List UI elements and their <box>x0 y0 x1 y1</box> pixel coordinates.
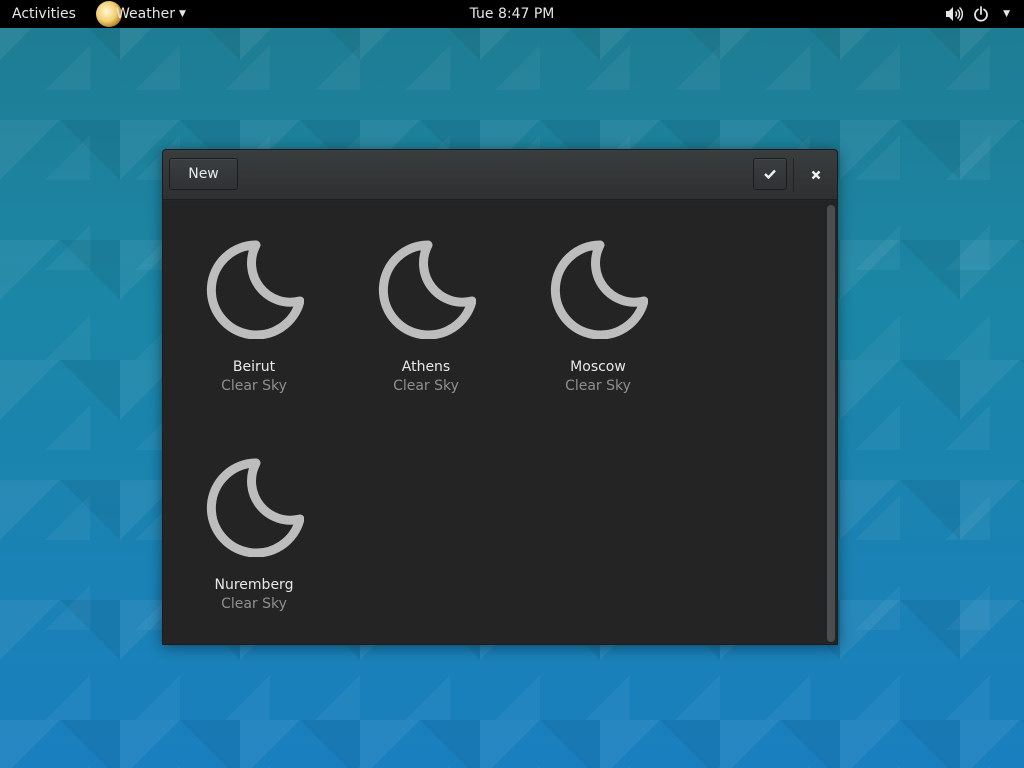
weather-condition: Clear Sky <box>565 378 631 394</box>
weather-condition: Clear Sky <box>393 378 459 394</box>
clock[interactable]: Tue 8:47 PM <box>0 6 1024 22</box>
close-button[interactable] <box>799 158 833 192</box>
header-separator <box>793 158 794 192</box>
city-name: Moscow <box>570 359 626 375</box>
location-tile[interactable]: Nuremberg Clear Sky <box>168 457 340 612</box>
close-icon <box>811 170 821 180</box>
moon-icon <box>378 240 476 339</box>
moon-icon <box>550 240 648 339</box>
volume-icon[interactable] <box>945 6 964 22</box>
new-button[interactable]: New <box>169 158 238 190</box>
scrollbar-thumb[interactable] <box>827 205 835 642</box>
done-button[interactable] <box>753 158 787 190</box>
scrollbar[interactable] <box>826 205 836 642</box>
city-name: Nuremberg <box>214 577 294 593</box>
moon-icon <box>206 458 304 557</box>
locations-grid: Beirut Clear Sky Athens Clear Sky Moscow… <box>163 201 837 644</box>
weather-condition: Clear Sky <box>221 378 287 394</box>
check-icon <box>764 169 776 179</box>
system-tray[interactable]: ▼ <box>945 0 1010 28</box>
top-bar: Activities Weather ▼ Tue 8:47 PM ▼ <box>0 0 1024 28</box>
location-tile[interactable]: Moscow Clear Sky <box>512 239 684 394</box>
city-name: Athens <box>401 359 451 375</box>
weather-window: New Beirut Clear Sky Athens Clear Sky Mo… <box>162 149 838 645</box>
location-tile[interactable]: Athens Clear Sky <box>340 239 512 394</box>
chevron-down-icon[interactable]: ▼ <box>1003 9 1010 19</box>
city-name: Beirut <box>232 359 276 375</box>
power-icon[interactable] <box>973 6 989 22</box>
moon-icon <box>206 240 304 339</box>
weather-condition: Clear Sky <box>221 596 287 612</box>
location-tile[interactable]: Beirut Clear Sky <box>168 239 340 394</box>
header-bar: New <box>163 150 837 200</box>
